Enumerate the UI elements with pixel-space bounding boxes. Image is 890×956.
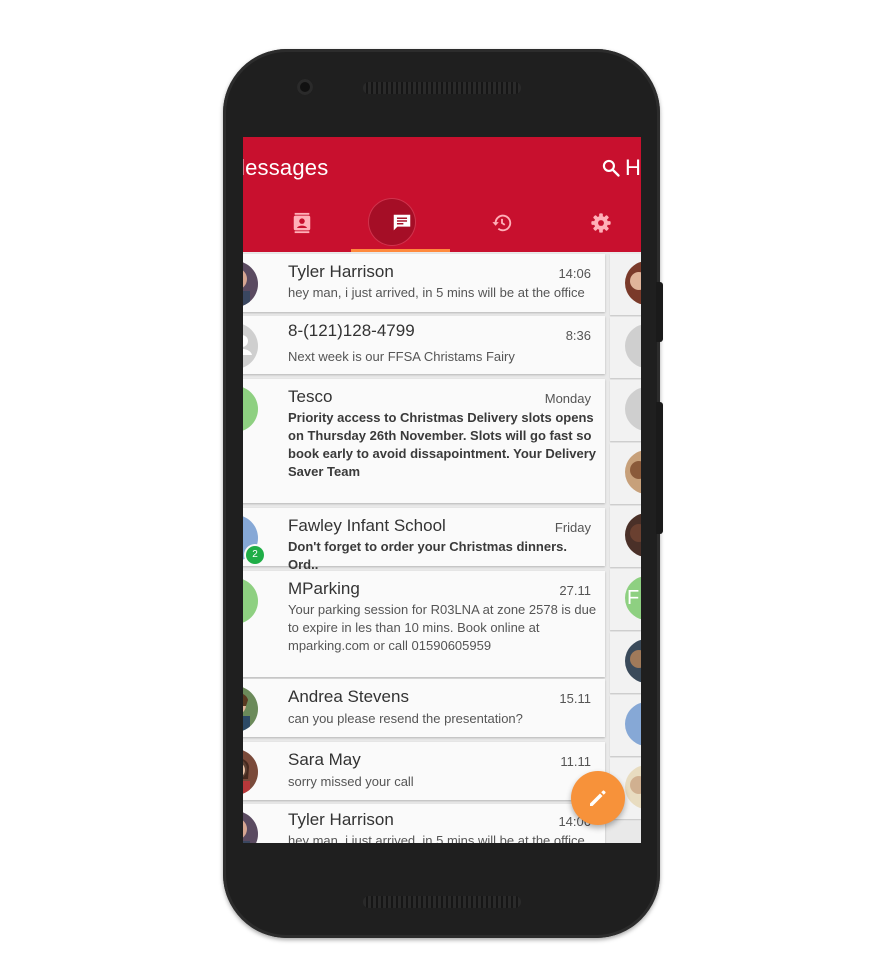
conversation-item[interactable]: F 2 Fawley Infant School Friday Don't fo… (243, 508, 605, 572)
avatar (625, 513, 641, 557)
person-icon (625, 387, 641, 431)
conversation-item[interactable]: 8-(121)128-4799 8:36 Next week is our FF… (243, 316, 605, 374)
power-button (656, 402, 663, 534)
tab-contacts[interactable] (253, 197, 352, 249)
person-icon (625, 324, 641, 368)
search-label[interactable]: H (625, 155, 641, 181)
message-snippet: Next week is our FFSA Christams Fairy (288, 349, 515, 364)
message-snippet: hey man, i just arrived, in 5 mins will … (288, 833, 585, 843)
top-speaker (363, 82, 521, 94)
unread-badge: 2 (246, 546, 264, 564)
contact-name: MParking (288, 579, 360, 598)
message-snippet: Don't forget to order your Christmas din… (288, 539, 568, 572)
avatar (625, 702, 641, 746)
conversation-item[interactable]: Tyler Harrison 14:06 hey man, i just arr… (243, 254, 605, 312)
person-icon (243, 335, 252, 355)
screen: lessages H Tyler Harrison 14:06 hey man,… (243, 137, 641, 843)
message-time: Monday (544, 391, 591, 406)
message-snippet: Priority access to Christmas Delivery sl… (288, 410, 596, 479)
avatar (243, 811, 258, 843)
pencil-icon (590, 790, 606, 806)
search-icon[interactable] (601, 158, 621, 178)
contact-peek-item[interactable] (610, 695, 641, 756)
message-time: 14:06 (558, 266, 591, 281)
conversation-item[interactable]: Sara May 11.11 sorry missed your call (243, 742, 605, 800)
contact-name: Tyler Harrison (288, 810, 394, 829)
contact-name: Tesco (288, 387, 333, 406)
avatar-initial: F (627, 587, 640, 609)
tab-messages[interactable] (353, 197, 452, 249)
avatar: F (625, 576, 641, 620)
tab-settings[interactable] (552, 197, 641, 249)
contact-peek-item[interactable] (610, 380, 641, 441)
avatar: M (243, 578, 258, 624)
conversation-item[interactable]: M MParking 27.11 Your parking session fo… (243, 571, 605, 677)
tab-underline (351, 249, 450, 252)
contacts-peek-column: F (610, 254, 641, 843)
avatar (625, 765, 641, 809)
message-time: 8:36 (565, 328, 591, 343)
app-title: lessages (243, 155, 329, 180)
avatar (243, 261, 258, 307)
message-snippet: hey man, i just arrived, in 5 mins will … (288, 285, 585, 300)
avatar: T (243, 386, 258, 432)
avatar (625, 639, 641, 683)
conversation-item[interactable]: Tyler Harrison 14:06 hey man, i just arr… (243, 804, 605, 843)
message-time: 27.11 (559, 583, 591, 598)
contact-name: Fawley Infant School (288, 516, 446, 535)
message-snippet: sorry missed your call (288, 774, 414, 789)
contacts-icon (293, 212, 311, 234)
conversation-item[interactable]: Andrea Stevens 15.11 can you please rese… (243, 679, 605, 737)
front-camera (297, 79, 313, 95)
tab-history[interactable] (453, 197, 552, 249)
message-snippet: can you please resend the presentation? (288, 711, 523, 726)
contact-peek-item[interactable] (610, 632, 641, 693)
contact-peek-item[interactable] (610, 443, 641, 504)
contact-peek-item[interactable]: F (610, 569, 641, 630)
message-time: 15.11 (559, 691, 591, 706)
app-bar: lessages H (243, 137, 641, 252)
volume-button (656, 282, 663, 342)
gear-icon (591, 213, 611, 233)
contact-name: Tyler Harrison (288, 262, 394, 281)
avatar (243, 686, 258, 732)
message-snippet: Your parking session for R03LNA at zone … (288, 602, 597, 653)
compose-button[interactable] (571, 771, 625, 825)
avatar (243, 323, 258, 369)
bottom-speaker (363, 896, 521, 908)
avatar (243, 749, 258, 795)
conversation-item[interactable]: T Tesco Monday Priority access to Christ… (243, 379, 605, 503)
contact-name: Andrea Stevens (288, 687, 409, 706)
contact-peek-item[interactable] (610, 317, 641, 378)
contact-name: 8-(121)128-4799 (288, 321, 415, 340)
avatar (625, 261, 641, 305)
contact-peek-item[interactable] (610, 506, 641, 567)
avatar (625, 450, 641, 494)
contact-name: Sara May (288, 750, 361, 769)
history-icon (492, 214, 512, 232)
contact-peek-item[interactable] (610, 254, 641, 315)
message-time: Friday (554, 520, 591, 535)
message-icon (393, 214, 411, 231)
message-time: 11.11 (560, 754, 591, 769)
